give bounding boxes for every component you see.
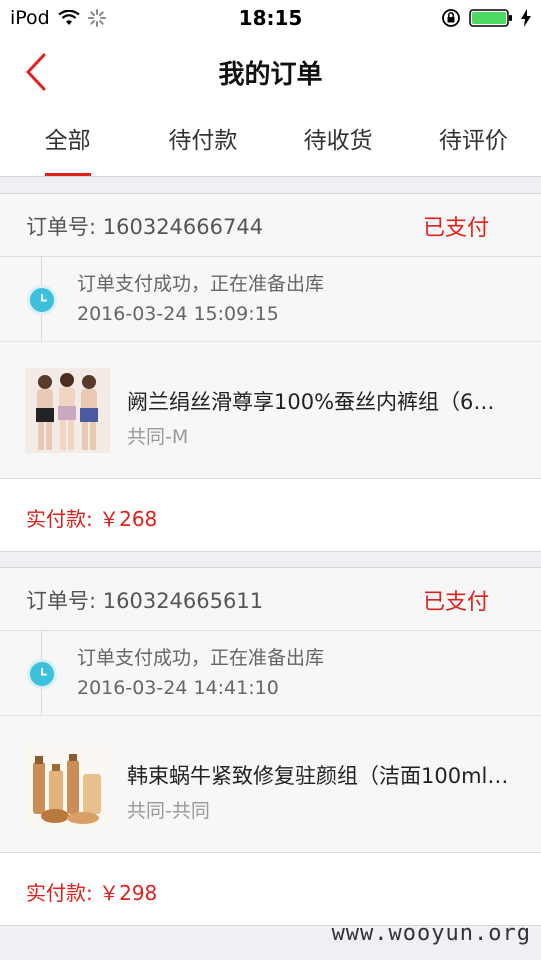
tracking-message: 订单支付成功，正在准备出库 — [77, 273, 325, 295]
order-payment: 实付款: ￥268 — [0, 479, 541, 551]
order-status: 已支付 — [422, 590, 489, 615]
order-header: 订单号: 160324665611 已支付 — [0, 568, 541, 631]
tab-all[interactable]: 全部 — [0, 108, 135, 176]
clock-icon — [27, 659, 57, 689]
product-spec: 共同-M — [127, 426, 189, 448]
clock-icon — [27, 285, 57, 315]
tab-pending-payment[interactable]: 待付款 — [135, 108, 270, 176]
order-status: 已支付 — [422, 216, 489, 241]
watermark: www.wooyun.org — [331, 921, 531, 946]
product-thumbnail — [25, 368, 110, 453]
paid-amount: 实付款: ￥268 — [26, 507, 158, 531]
tab-pending-review[interactable]: 待评价 — [406, 108, 541, 176]
status-bar: iPod 18:15 — [0, 0, 541, 36]
order-header: 订单号: 160324666744 已支付 — [0, 194, 541, 257]
product-spec: 共同-共同 — [127, 800, 210, 822]
tracking-message: 订单支付成功，正在准备出库 — [77, 647, 325, 669]
order-tracking: 订单支付成功，正在准备出库 2016-03-24 14:41:10 — [0, 631, 541, 716]
tracking-time: 2016-03-24 14:41:10 — [77, 677, 279, 699]
tracking-time: 2016-03-24 15:09:15 — [77, 303, 279, 325]
order-card[interactable]: 订单号: 160324666744 已支付 订单支付成功，正在准备出库 2016… — [0, 193, 541, 552]
tab-pending-receipt[interactable]: 待收货 — [271, 108, 406, 176]
product-name: 阙兰绢丝滑尊享100%蚕丝内裤组（6… — [127, 390, 495, 414]
nav-bar: 我的订单 — [0, 36, 541, 109]
charging-bolt-icon — [521, 9, 531, 27]
page-title: 我的订单 — [218, 60, 323, 90]
battery-icon — [469, 9, 512, 27]
paid-amount: 实付款: ￥298 — [26, 881, 158, 905]
order-product[interactable]: 韩束蜗牛紧致修复驻颜组（洁面100ml… 共同-共同 — [0, 716, 541, 853]
product-thumbnail — [25, 742, 110, 827]
order-card[interactable]: 订单号: 160324665611 已支付 订单支付成功，正在准备出库 2016… — [0, 567, 541, 926]
order-tracking: 订单支付成功，正在准备出库 2016-03-24 15:09:15 — [0, 257, 541, 342]
order-payment: 实付款: ￥298 — [0, 853, 541, 925]
order-number: 订单号: 160324666744 — [26, 215, 264, 239]
product-name: 韩束蜗牛紧致修复驻颜组（洁面100ml… — [127, 764, 509, 788]
order-filter-tabs: 全部 待付款 待收货 待评价 — [0, 108, 541, 177]
order-product[interactable]: 阙兰绢丝滑尊享100%蚕丝内裤组（6… 共同-M — [0, 342, 541, 479]
orientation-lock-icon — [442, 9, 460, 27]
order-number: 订单号: 160324665611 — [26, 589, 264, 613]
